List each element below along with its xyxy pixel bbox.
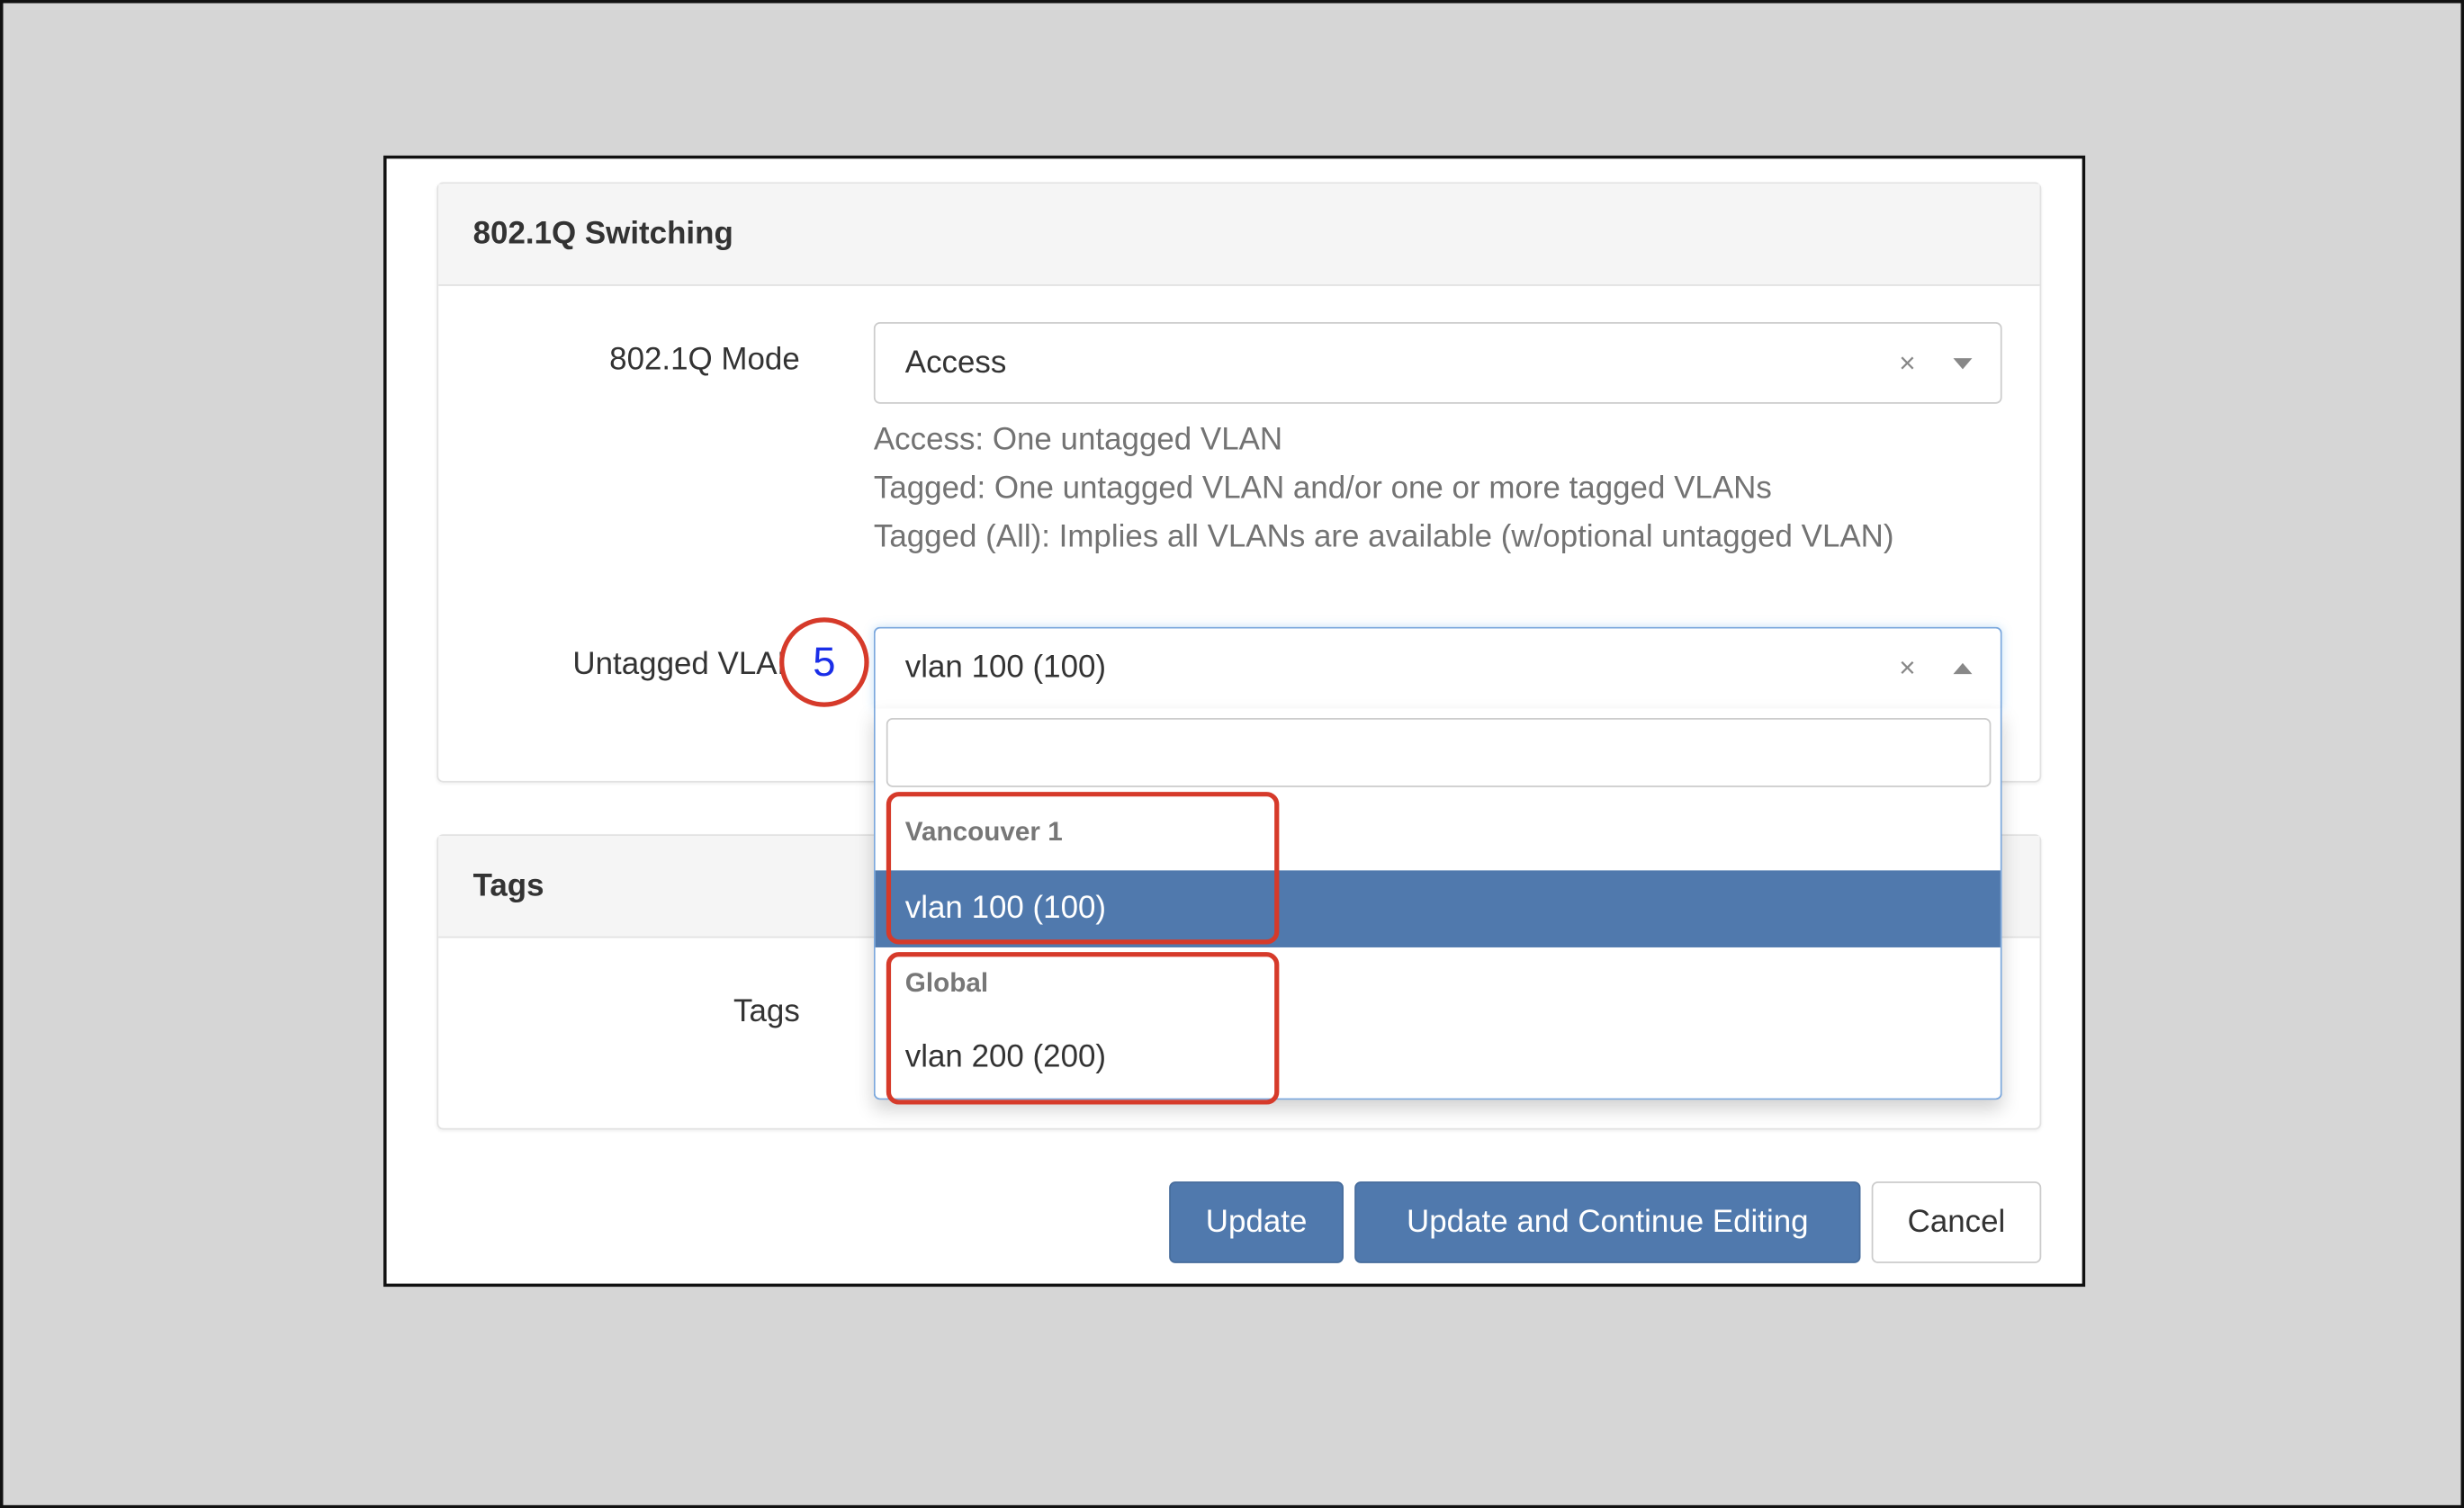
update-continue-button[interactable]: Update and Continue Editing [1354,1181,1861,1263]
switching-panel-title: 802.1Q Switching [438,184,2040,286]
mode-value: Access [904,345,1007,380]
untagged-vlan-select[interactable]: vlan 100 (100) × [873,626,2002,709]
dropdown-search-input[interactable] [886,717,1992,787]
cancel-button[interactable]: Cancel [1871,1181,2042,1263]
tags-label: Tags [733,994,800,1029]
untagged-vlan-value: vlan 100 (100) [904,650,1107,686]
help-line: Tagged (All): Implies all VLANs are avai… [873,519,1894,555]
help-line: Access: One untagged VLAN [873,422,1283,458]
mode-help-text: Access: One untagged VLAN Tagged: One un… [874,417,1894,562]
annotation-highlight-box [886,952,1280,1105]
untagged-vlan-label: Untagged VLAN [572,647,800,682]
screenshot-frame: 802.1Q Switching 802.1Q Mode Access × Ac… [0,0,2464,1508]
clear-icon[interactable]: × [1899,652,1915,686]
update-button[interactable]: Update [1169,1181,1344,1263]
chevron-up-icon[interactable] [1953,662,1973,675]
mode-select[interactable]: Access × [873,321,2002,404]
annotation-highlight-box [886,792,1280,945]
clear-icon[interactable]: × [1899,346,1915,380]
chevron-down-icon[interactable] [1953,357,1973,369]
step-number-badge: 5 [779,617,869,707]
mode-label: 802.1Q Mode [609,342,800,378]
help-line: Tagged: One untagged VLAN and/or one or … [873,471,1772,507]
